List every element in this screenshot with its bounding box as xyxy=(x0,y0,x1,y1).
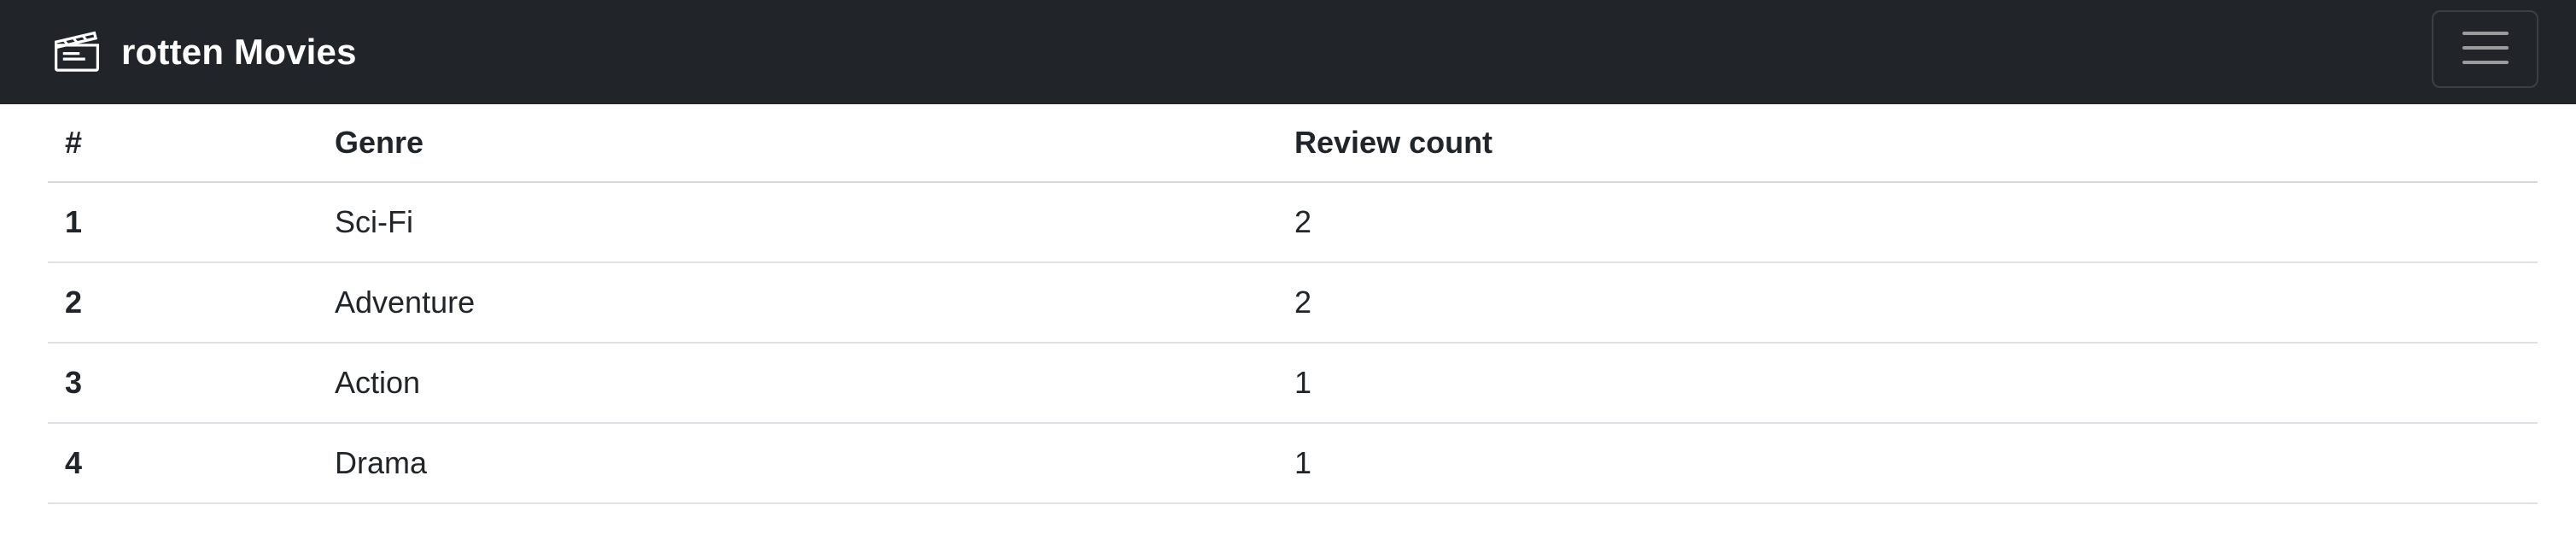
genre-review-table: # Genre Review count 1 Sci-Fi 2 2 Advent… xyxy=(48,104,2538,504)
brand-title: rotten Movies xyxy=(121,32,357,72)
table-header-row: # Genre Review count xyxy=(48,104,2538,183)
film-icon xyxy=(55,30,99,74)
genre-cell: Action xyxy=(318,343,1277,424)
table-row: 4 Drama 1 xyxy=(48,423,2538,504)
table-row: 2 Adventure 2 xyxy=(48,262,2538,344)
brand-link[interactable]: rotten Movies xyxy=(55,26,357,79)
column-header-genre: Genre xyxy=(318,104,1277,183)
column-header-review-count: Review count xyxy=(1277,104,2538,183)
navbar-toggle-button[interactable] xyxy=(2432,10,2538,88)
table-row: 1 Sci-Fi 2 xyxy=(48,182,2538,263)
genre-cell: Drama xyxy=(318,423,1277,504)
table-body: 1 Sci-Fi 2 2 Adventure 2 3 Action 1 4 Dr… xyxy=(48,182,2538,504)
genre-table-container: # Genre Review count 1 Sci-Fi 2 2 Advent… xyxy=(48,104,2538,504)
genre-cell: Sci-Fi xyxy=(318,182,1277,263)
table-header: # Genre Review count xyxy=(48,104,2538,183)
review-count-cell: 2 xyxy=(1277,262,2538,344)
hamburger-menu-icon xyxy=(2461,28,2510,70)
genre-cell: Adventure xyxy=(318,262,1277,344)
row-number: 4 xyxy=(48,423,318,504)
review-count-cell: 2 xyxy=(1277,182,2538,263)
row-number: 3 xyxy=(48,343,318,424)
review-count-cell: 1 xyxy=(1277,343,2538,424)
row-number: 2 xyxy=(48,262,318,344)
row-number: 1 xyxy=(48,182,318,263)
table-row: 3 Action 1 xyxy=(48,343,2538,424)
navbar: rotten Movies xyxy=(0,0,2576,104)
review-count-cell: 1 xyxy=(1277,423,2538,504)
column-header-number: # xyxy=(48,104,318,183)
